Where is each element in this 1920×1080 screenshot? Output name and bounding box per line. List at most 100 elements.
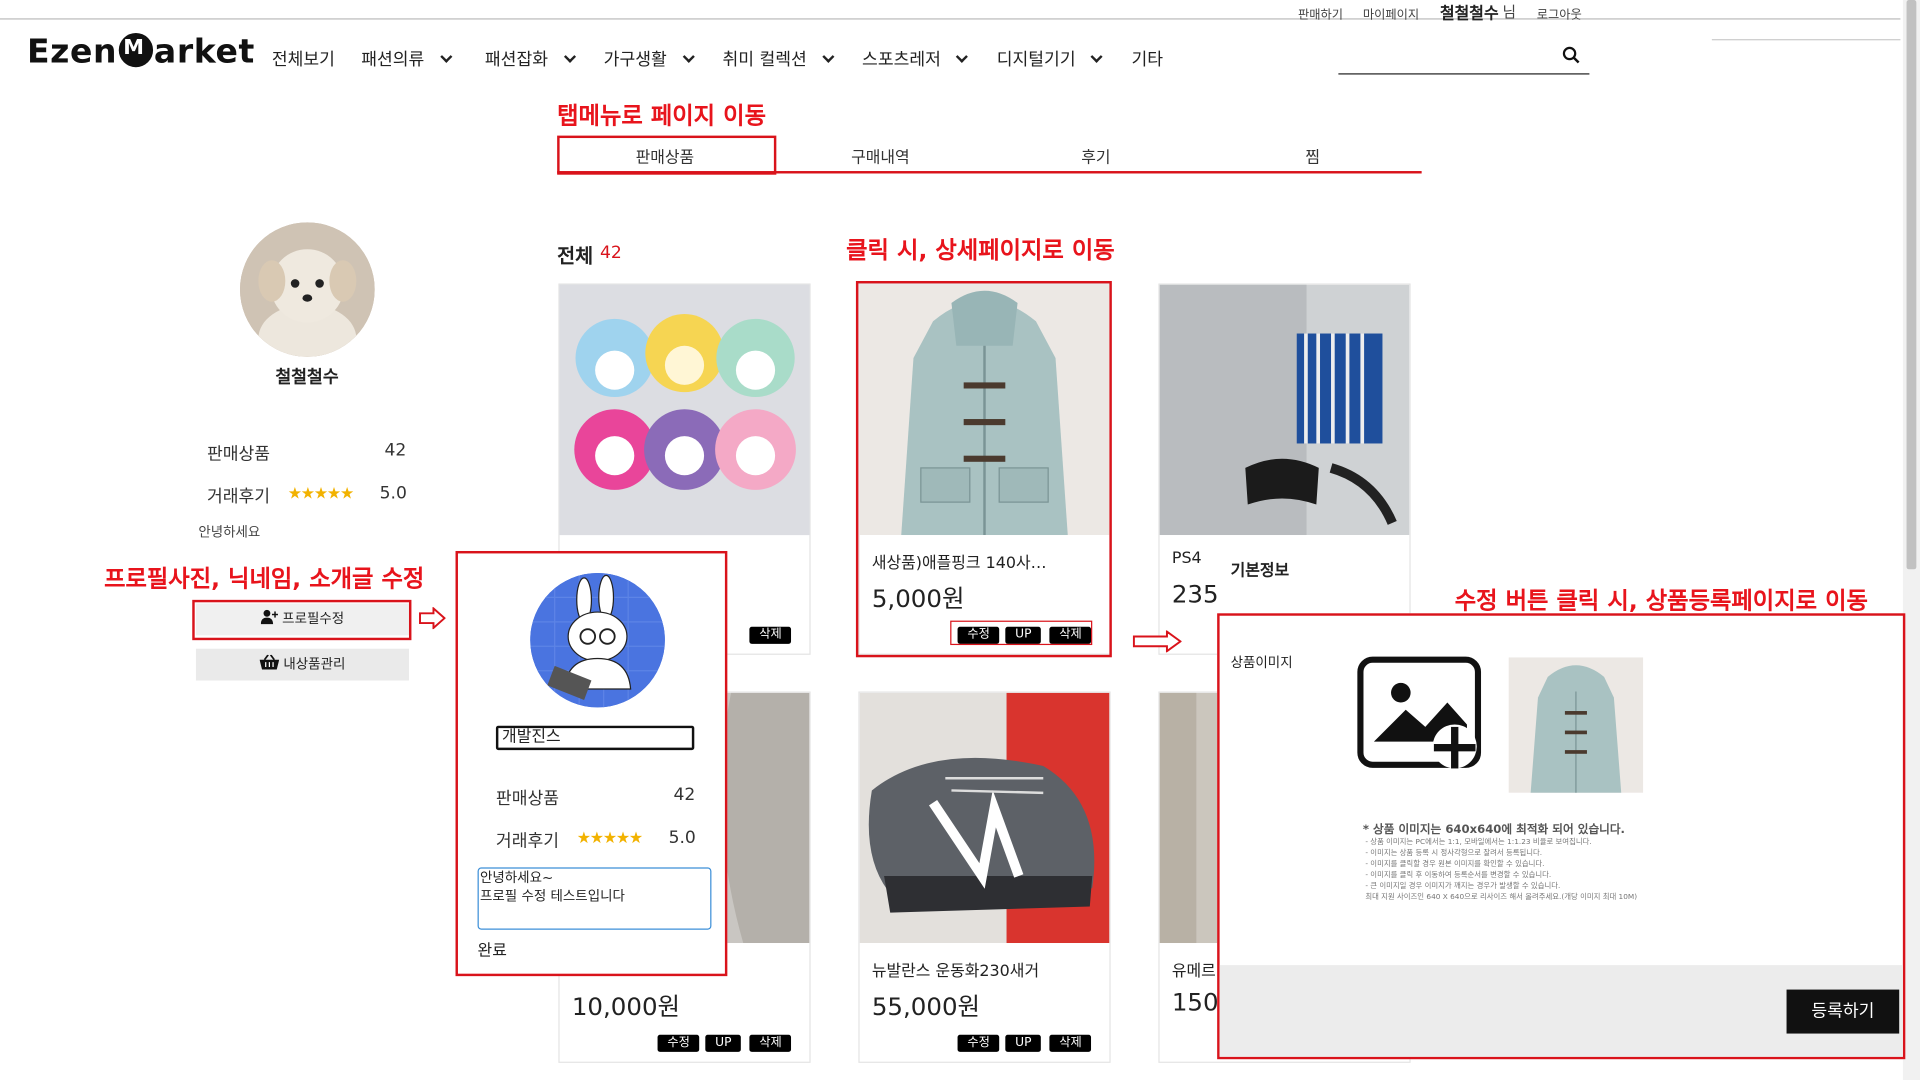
delete-button[interactable]: 삭제 bbox=[1049, 1034, 1092, 1052]
nav-furniture[interactable]: 가구생활 bbox=[603, 46, 695, 70]
product-price: 10,000원 bbox=[571, 992, 681, 1022]
tabs-annotation: 탭메뉴로 페이지 이동 bbox=[557, 102, 767, 130]
sell-link[interactable]: 판매하기 bbox=[1298, 4, 1343, 22]
profile-name: 철철철수 bbox=[275, 367, 339, 388]
image-notice-line: - 상품 이미지는 PC에서는 1:1, 모바일에서는 1:1.23 비율로 보… bbox=[1365, 838, 1592, 847]
scrollbar-thumb[interactable] bbox=[1906, 0, 1917, 570]
chevron-down-icon bbox=[439, 50, 452, 63]
logout-link[interactable]: 로그아웃 bbox=[1537, 4, 1582, 22]
chevron-down-icon bbox=[956, 50, 969, 63]
sales-count: 42 bbox=[384, 441, 407, 461]
arrow-right-icon bbox=[1132, 630, 1182, 653]
tab-wishlist[interactable]: 찜 bbox=[1205, 144, 1421, 167]
chevron-down-icon bbox=[682, 50, 695, 63]
nav-label: 전체보기 bbox=[271, 50, 335, 70]
product-image[interactable] bbox=[859, 692, 1110, 944]
annotation-box-card bbox=[855, 280, 1112, 658]
edit-rating-value: 5.0 bbox=[668, 828, 696, 848]
uploaded-image[interactable] bbox=[1508, 657, 1644, 793]
user-suffix: 님 bbox=[1502, 3, 1516, 21]
nav-label: 취미 컬렉션 bbox=[722, 50, 807, 70]
nav-label: 스포츠레저 bbox=[862, 50, 941, 70]
nav-sports[interactable]: 스포츠레저 bbox=[862, 46, 969, 70]
edit-annotation: 수정 버튼 클릭 시, 상품등록페이지로 이동 bbox=[1454, 587, 1868, 615]
nav-hobby[interactable]: 취미 컬렉션 bbox=[722, 46, 835, 70]
profile-avatar bbox=[240, 222, 375, 357]
up-button[interactable]: UP bbox=[705, 1034, 742, 1052]
product-title: PS4 bbox=[1171, 549, 1202, 569]
profile-edit-panel: 개발진스 판매상품 42 거래후기 ★★★★★ 5.0 완료 bbox=[455, 550, 728, 977]
header-divider bbox=[1711, 39, 1901, 41]
product-title: 뉴발란스 운동화230새거 bbox=[871, 962, 1040, 982]
edit-button[interactable]: 수정 bbox=[657, 1034, 700, 1052]
image-notice-line: - 이미지를 클릭할 경우 원본 이미지를 확인할 수 있습니다. bbox=[1365, 860, 1545, 869]
my-products-button[interactable]: 내상품관리 bbox=[195, 648, 409, 681]
nav-fashion-goods[interactable]: 패션잡화 bbox=[484, 46, 576, 70]
product-register-panel: 상품이미지 * 상품 이미지는 640x640에 최적화 되어 있습니다. - … bbox=[1217, 613, 1906, 1060]
image-notice-title: * 상품 이미지는 640x640에 최적화 되어 있습니다. bbox=[1362, 823, 1625, 837]
nav-digital[interactable]: 디지털기기 bbox=[996, 46, 1104, 70]
image-label: 상품이미지 bbox=[1230, 654, 1293, 671]
up-button[interactable]: UP bbox=[1005, 1034, 1042, 1052]
done-button[interactable]: 완료 bbox=[478, 937, 507, 960]
edit-sales-count: 42 bbox=[673, 785, 696, 806]
tab-purchases[interactable]: 구매내역 bbox=[773, 144, 989, 167]
edit-button[interactable]: 수정 bbox=[957, 1034, 1000, 1052]
chevron-down-icon bbox=[563, 50, 576, 63]
nav-label: 디지털기기 bbox=[996, 50, 1076, 70]
product-price: 235 bbox=[1171, 579, 1219, 609]
chevron-down-icon bbox=[1090, 50, 1104, 63]
edit-review-label: 거래후기 bbox=[495, 831, 560, 852]
detail-annotation: 클릭 시, 상세페이지로 이동 bbox=[846, 237, 1115, 264]
delete-button[interactable]: 삭제 bbox=[749, 626, 792, 644]
nav-fashion-clothing[interactable]: 패션의류 bbox=[361, 46, 452, 70]
nav-etc[interactable]: 기타 bbox=[1131, 46, 1163, 70]
delete-button[interactable]: 삭제 bbox=[749, 1034, 792, 1052]
intro-textarea[interactable] bbox=[477, 867, 712, 930]
nav-label: 기타 bbox=[1131, 50, 1163, 70]
edit-sales-label: 판매상품 bbox=[495, 789, 560, 809]
count-value: 42 bbox=[600, 243, 622, 263]
basic-info-heading: 기본정보 bbox=[1230, 561, 1290, 581]
profile-intro: 안녕하세요 bbox=[198, 524, 261, 540]
basket-icon bbox=[259, 654, 280, 670]
site-logo[interactable]: Ezenarket bbox=[27, 32, 255, 71]
arrow-right-icon bbox=[419, 607, 446, 630]
search-input[interactable] bbox=[1338, 43, 1590, 75]
nickname-input[interactable]: 개발진스 bbox=[495, 725, 695, 751]
nav-label: 패션잡화 bbox=[484, 50, 549, 70]
edit-avatar[interactable] bbox=[530, 572, 665, 708]
register-button[interactable]: 등록하기 bbox=[1786, 989, 1900, 1034]
nav-label: 패션의류 bbox=[361, 50, 425, 70]
review-label: 거래후기 bbox=[206, 487, 271, 508]
product-card[interactable]: 뉴발란스 운동화230새거 55,000원 수정 UP 삭제 bbox=[858, 691, 1111, 1063]
product-price: 55,000원 bbox=[871, 992, 981, 1022]
annotation-box-tab bbox=[557, 135, 777, 175]
product-image[interactable] bbox=[559, 284, 810, 536]
image-notice-line: - 큰 이미지일 경우 이미지가 깨지는 경우가 발생할 수 있습니다. bbox=[1365, 882, 1561, 891]
profile-annotation: 프로필사진, 닉네임, 소개글 수정 bbox=[104, 565, 425, 593]
annotation-box-profile-button bbox=[192, 599, 412, 641]
sales-label: 판매상품 bbox=[206, 444, 271, 465]
search-icon[interactable] bbox=[1562, 46, 1580, 64]
product-title: 유메르 bbox=[1171, 962, 1216, 982]
my-products-label: 내상품관리 bbox=[283, 656, 346, 672]
count-label: 전체 bbox=[557, 244, 594, 268]
image-notice-line: - 이미지를 클릭 후 이동하여 등록순서를 변경할 수 있습니다. bbox=[1365, 871, 1552, 880]
product-image[interactable] bbox=[1159, 284, 1410, 536]
edit-rating-stars: ★★★★★ bbox=[576, 829, 643, 848]
rating-stars: ★★★★★ bbox=[287, 485, 354, 504]
mypage-link[interactable]: 마이페이지 bbox=[1363, 4, 1419, 22]
annotation-box-card-buttons bbox=[950, 620, 1093, 646]
product-card[interactable]: PS4 235 bbox=[1158, 283, 1411, 655]
user-name: 철철철수 bbox=[1440, 4, 1499, 24]
top-divider bbox=[0, 18, 1901, 20]
image-notice-line: - 이미지는 상품 등록 시 정사각형으로 잘려서 등록됩니다. bbox=[1365, 849, 1543, 858]
rating-value: 5.0 bbox=[379, 483, 407, 504]
nav-label: 가구생활 bbox=[603, 50, 667, 70]
nav-all[interactable]: 전체보기 bbox=[272, 46, 335, 70]
image-notice-line: 최대 지원 사이즈인 640 X 640으로 리사이즈 해서 올려주세요.(개당… bbox=[1365, 893, 1638, 902]
add-image-icon[interactable] bbox=[1357, 656, 1487, 773]
tab-reviews[interactable]: 후기 bbox=[988, 144, 1204, 167]
chevron-down-icon bbox=[822, 50, 835, 63]
